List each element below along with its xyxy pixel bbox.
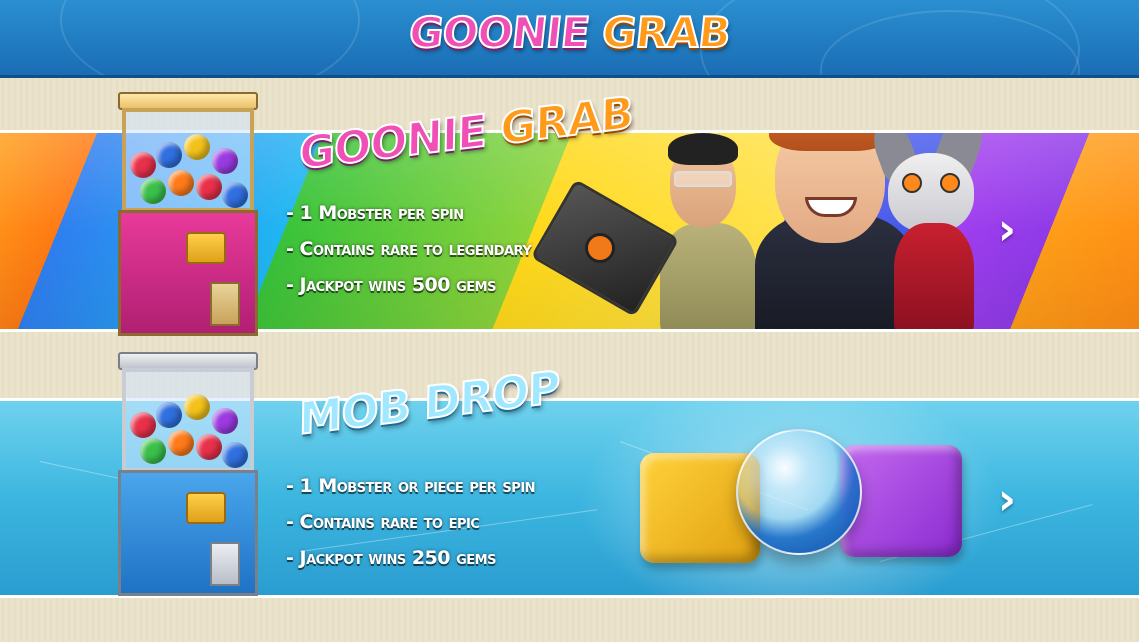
page-title-part2: GRAB [599,7,733,58]
feature-item: - Contains rare to legendary [286,238,532,260]
feature-item: - 1 Mobster or piece per spin [286,475,536,497]
crank-handle-icon [186,232,226,264]
feature-item: - Jackpot wins 500 gems [286,274,496,296]
chevron-right-icon[interactable]: › [990,477,1024,523]
feature-item: - Jackpot wins 250 gems [286,547,496,569]
mob-drop-features: - 1 Mobster or piece per spin - Contains… [286,468,536,576]
briefcase-icon [530,179,680,317]
prize-door-icon [210,282,240,326]
crystal-orb-icon [736,429,862,555]
crank-handle-icon [186,492,226,524]
prize-door-icon [210,542,240,586]
background-strip [0,598,1139,642]
mob-drop-machine [114,352,262,596]
goonie-grab-features: - 1 Mobster per spin - Contains rare to … [286,195,532,303]
feature-item: - 1 Mobster per spin [286,202,464,224]
chevron-right-icon[interactable]: › [990,207,1024,253]
feature-item: - Contains rare to epic [286,511,480,533]
top-header: GOONIE GRAB [0,0,1139,78]
goonie-grab-machine [114,92,262,336]
page-title-part1: GOONIE [406,7,593,58]
bunny-mascot-character [866,133,990,329]
page-title: GOONIE GRAB [0,7,1139,58]
